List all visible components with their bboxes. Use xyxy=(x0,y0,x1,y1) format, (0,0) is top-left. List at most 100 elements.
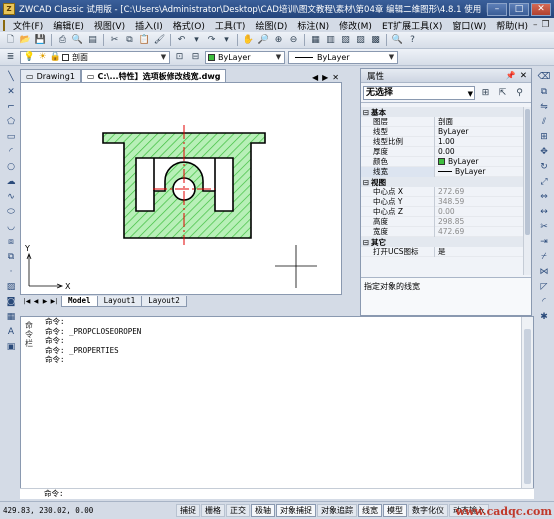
extend-icon[interactable]: ⇥ xyxy=(537,235,551,248)
prop-row[interactable]: 厚度 0.00 xyxy=(361,146,524,157)
fillet-icon[interactable]: ◜ xyxy=(537,295,551,308)
color-combo[interactable]: ByLayer ▼ xyxy=(205,50,285,64)
doc-restore-icon[interactable]: ❐ xyxy=(542,20,550,30)
tab-drawing1[interactable]: ▭ Drawing1 xyxy=(20,69,81,82)
ortho-toggle[interactable]: 正交 xyxy=(226,504,250,517)
category-view[interactable]: ⊟ 视图 xyxy=(361,177,524,187)
lineweight-toggle[interactable]: 线宽 xyxy=(358,504,382,517)
markup-icon[interactable]: ▩ xyxy=(369,34,382,47)
rotate-icon[interactable]: ↻ xyxy=(537,160,551,173)
tab-model[interactable]: Model xyxy=(61,295,98,307)
collapse-icon[interactable]: ⊟ xyxy=(361,238,371,247)
break-icon[interactable]: ⌿ xyxy=(537,250,551,263)
maximize-button[interactable]: □ xyxy=(509,2,529,16)
arc-icon[interactable]: ◜ xyxy=(4,145,18,158)
menu-view[interactable]: 视图(V) xyxy=(89,19,130,32)
stretch-icon[interactable]: ⇔ xyxy=(537,190,551,203)
snap-toggle[interactable]: 捕捉 xyxy=(176,504,200,517)
menu-dimension[interactable]: 标注(N) xyxy=(292,19,334,32)
zoom-window-icon[interactable]: ⊕ xyxy=(272,34,285,47)
join-icon[interactable]: ⋈ xyxy=(537,265,551,278)
open-file-icon[interactable]: 📂 xyxy=(19,34,32,47)
tab-close-icon[interactable]: ✕ xyxy=(332,73,339,82)
insert-block-icon[interactable]: ⧈ xyxy=(4,235,18,248)
select-objects-icon[interactable]: ⇱ xyxy=(496,86,509,99)
prop-row[interactable]: 高度 298.85 xyxy=(361,216,524,227)
make-current-layer-icon[interactable]: ⊡ xyxy=(173,51,186,64)
menu-file[interactable]: 文件(F) xyxy=(8,19,48,32)
construction-line-icon[interactable]: ✕ xyxy=(4,85,18,98)
command-window[interactable]: 命令栏 命令: 命令: _PROPCLOSEOROPEN 命令: 命令: _PR… xyxy=(20,316,534,498)
menu-et-tools[interactable]: ET扩展工具(X) xyxy=(377,19,447,32)
ellipse-arc-icon[interactable]: ◡ xyxy=(4,220,18,233)
zoom-previous-icon[interactable]: ⊖ xyxy=(287,34,300,47)
array-icon[interactable]: ⊞ xyxy=(537,130,551,143)
layer-previous-icon[interactable]: ⊟ xyxy=(189,51,202,64)
publish-icon[interactable]: ▤ xyxy=(86,34,99,47)
offset-icon[interactable]: ⫽ xyxy=(537,115,551,128)
spline-icon[interactable]: ∿ xyxy=(4,190,18,203)
osnap-toggle[interactable]: 对象捕捉 xyxy=(276,504,316,517)
menu-draw[interactable]: 绘图(D) xyxy=(250,19,292,32)
properties-scrollbar[interactable] xyxy=(523,107,531,275)
scroll-thumb[interactable] xyxy=(525,109,530,235)
cloud-icon[interactable]: ☁ xyxy=(4,175,18,188)
move-icon[interactable]: ✥ xyxy=(537,145,551,158)
image-icon[interactable]: ▣ xyxy=(4,340,18,353)
table-icon[interactable]: ▦ xyxy=(4,310,18,323)
tab-scroll-left-icon[interactable]: ◀ xyxy=(312,73,318,82)
redo-icon[interactable]: ↷ xyxy=(205,34,218,47)
tool-palette-icon[interactable]: ▧ xyxy=(339,34,352,47)
tab-active-drawing[interactable]: ▭ C:\...特性】选项板修改线宽.dwg xyxy=(80,69,227,82)
help-icon[interactable]: ? xyxy=(406,34,419,47)
sheet-set-icon[interactable]: ▨ xyxy=(354,34,367,47)
trim-icon[interactable]: ✂ xyxy=(537,220,551,233)
tab-layout1[interactable]: Layout1 xyxy=(96,295,143,307)
point-icon[interactable]: · xyxy=(4,265,18,278)
polygon-icon[interactable]: ⬠ xyxy=(4,115,18,128)
first-tab-icon[interactable]: |◀ xyxy=(23,297,31,306)
explode-icon[interactable]: ✱ xyxy=(537,310,551,323)
menu-format[interactable]: 格式(O) xyxy=(168,19,210,32)
prev-tab-icon[interactable]: ◀ xyxy=(32,297,40,306)
layer-manager-icon[interactable]: ≣ xyxy=(4,51,17,64)
menu-insert[interactable]: 插入(I) xyxy=(130,19,168,32)
scroll-thumb[interactable] xyxy=(524,329,531,484)
menu-window[interactable]: 窗口(W) xyxy=(447,19,491,32)
toggle-pickadd-icon[interactable]: ⊞ xyxy=(479,86,492,99)
new-file-icon[interactable]: 🗋 xyxy=(4,34,17,47)
prop-row[interactable]: 中心点 Z 0.00 xyxy=(361,206,524,217)
layer-combo[interactable]: 💡 ☀ 🔒 剖面 ▼ xyxy=(20,50,170,64)
category-basic[interactable]: ⊟ 基本 xyxy=(361,107,524,117)
redo-dropdown-icon[interactable]: ▾ xyxy=(220,34,233,47)
tablet-toggle[interactable]: 数字化仪 xyxy=(408,504,448,517)
polyline-icon[interactable]: ⌐ xyxy=(4,100,18,113)
ellipse-icon[interactable]: ⬭ xyxy=(4,205,18,218)
quick-select-icon[interactable]: ⚲ xyxy=(513,86,526,99)
copy-icon[interactable]: ⧉ xyxy=(123,34,136,47)
menu-help[interactable]: 帮助(H) xyxy=(491,19,533,32)
print-preview-icon[interactable]: 🔍 xyxy=(71,34,84,47)
model-toggle[interactable]: 模型 xyxy=(383,504,407,517)
collapse-icon[interactable]: ⊟ xyxy=(361,108,371,117)
prop-row-lineweight[interactable]: 线宽 ByLayer xyxy=(361,166,524,177)
menu-edit[interactable]: 编辑(E) xyxy=(48,19,89,32)
prop-row[interactable]: 中心点 X 272.69 xyxy=(361,186,524,197)
pan-icon[interactable]: ✋ xyxy=(242,34,255,47)
find-icon[interactable]: 🔍 xyxy=(391,34,404,47)
line-icon[interactable]: ╲ xyxy=(4,70,18,83)
next-tab-icon[interactable]: ▶ xyxy=(41,297,49,306)
make-block-icon[interactable]: ⧉ xyxy=(4,250,18,263)
paste-icon[interactable]: 📋 xyxy=(138,34,151,47)
command-input[interactable]: 命令: xyxy=(20,488,534,499)
prop-row[interactable]: 宽度 472.69 xyxy=(361,226,524,237)
undo-icon[interactable]: ↶ xyxy=(175,34,188,47)
category-misc[interactable]: ⊟ 其它 xyxy=(361,237,524,247)
prop-row[interactable]: 颜色 ByLayer xyxy=(361,156,524,167)
scale-icon[interactable]: ⤢ xyxy=(537,175,551,188)
prop-row[interactable]: 线型比例 1.00 xyxy=(361,136,524,147)
collapse-icon[interactable]: ⊟ xyxy=(361,178,371,187)
erase-icon[interactable]: ⌫ xyxy=(537,70,551,83)
properties-icon[interactable]: ▦ xyxy=(309,34,322,47)
tab-scroll-right-icon[interactable]: ▶ xyxy=(322,73,328,82)
